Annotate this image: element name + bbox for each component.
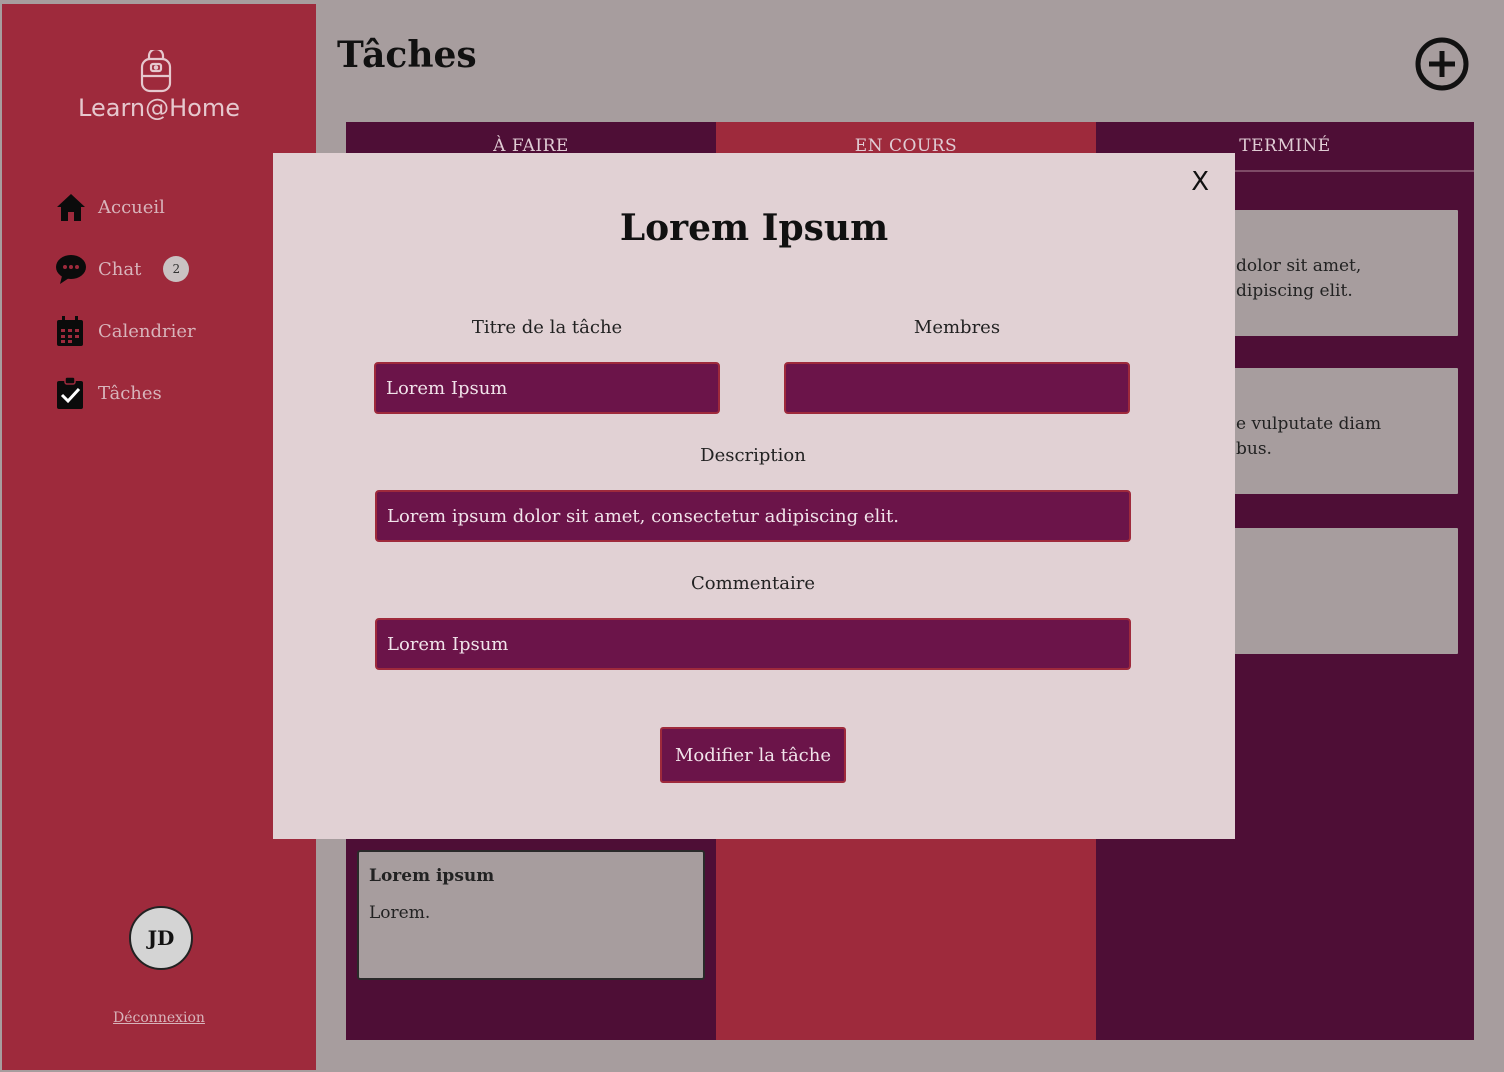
task-title-label: Titre de la tâche bbox=[471, 317, 623, 338]
description-label: Description bbox=[700, 445, 806, 466]
update-task-button[interactable]: Modifier la tâche bbox=[660, 727, 846, 783]
close-modal-button[interactable]: X bbox=[1191, 167, 1209, 197]
modal-title: Lorem Ipsum bbox=[619, 207, 889, 249]
task-title-field[interactable]: Lorem Ipsum bbox=[374, 362, 720, 414]
app-frame: Learn@Home Accueil Chat 2 Calendrier Tâc… bbox=[2, 4, 1502, 1070]
description-field[interactable]: Lorem ipsum dolor sit amet, consectetur … bbox=[375, 490, 1131, 542]
members-field[interactable] bbox=[784, 362, 1130, 414]
comment-field[interactable]: Lorem Ipsum bbox=[375, 618, 1131, 670]
edit-task-modal: X Lorem Ipsum Titre de la tâche Lorem Ip… bbox=[273, 153, 1235, 839]
members-label: Membres bbox=[913, 317, 1001, 338]
comment-label: Commentaire bbox=[691, 573, 815, 594]
